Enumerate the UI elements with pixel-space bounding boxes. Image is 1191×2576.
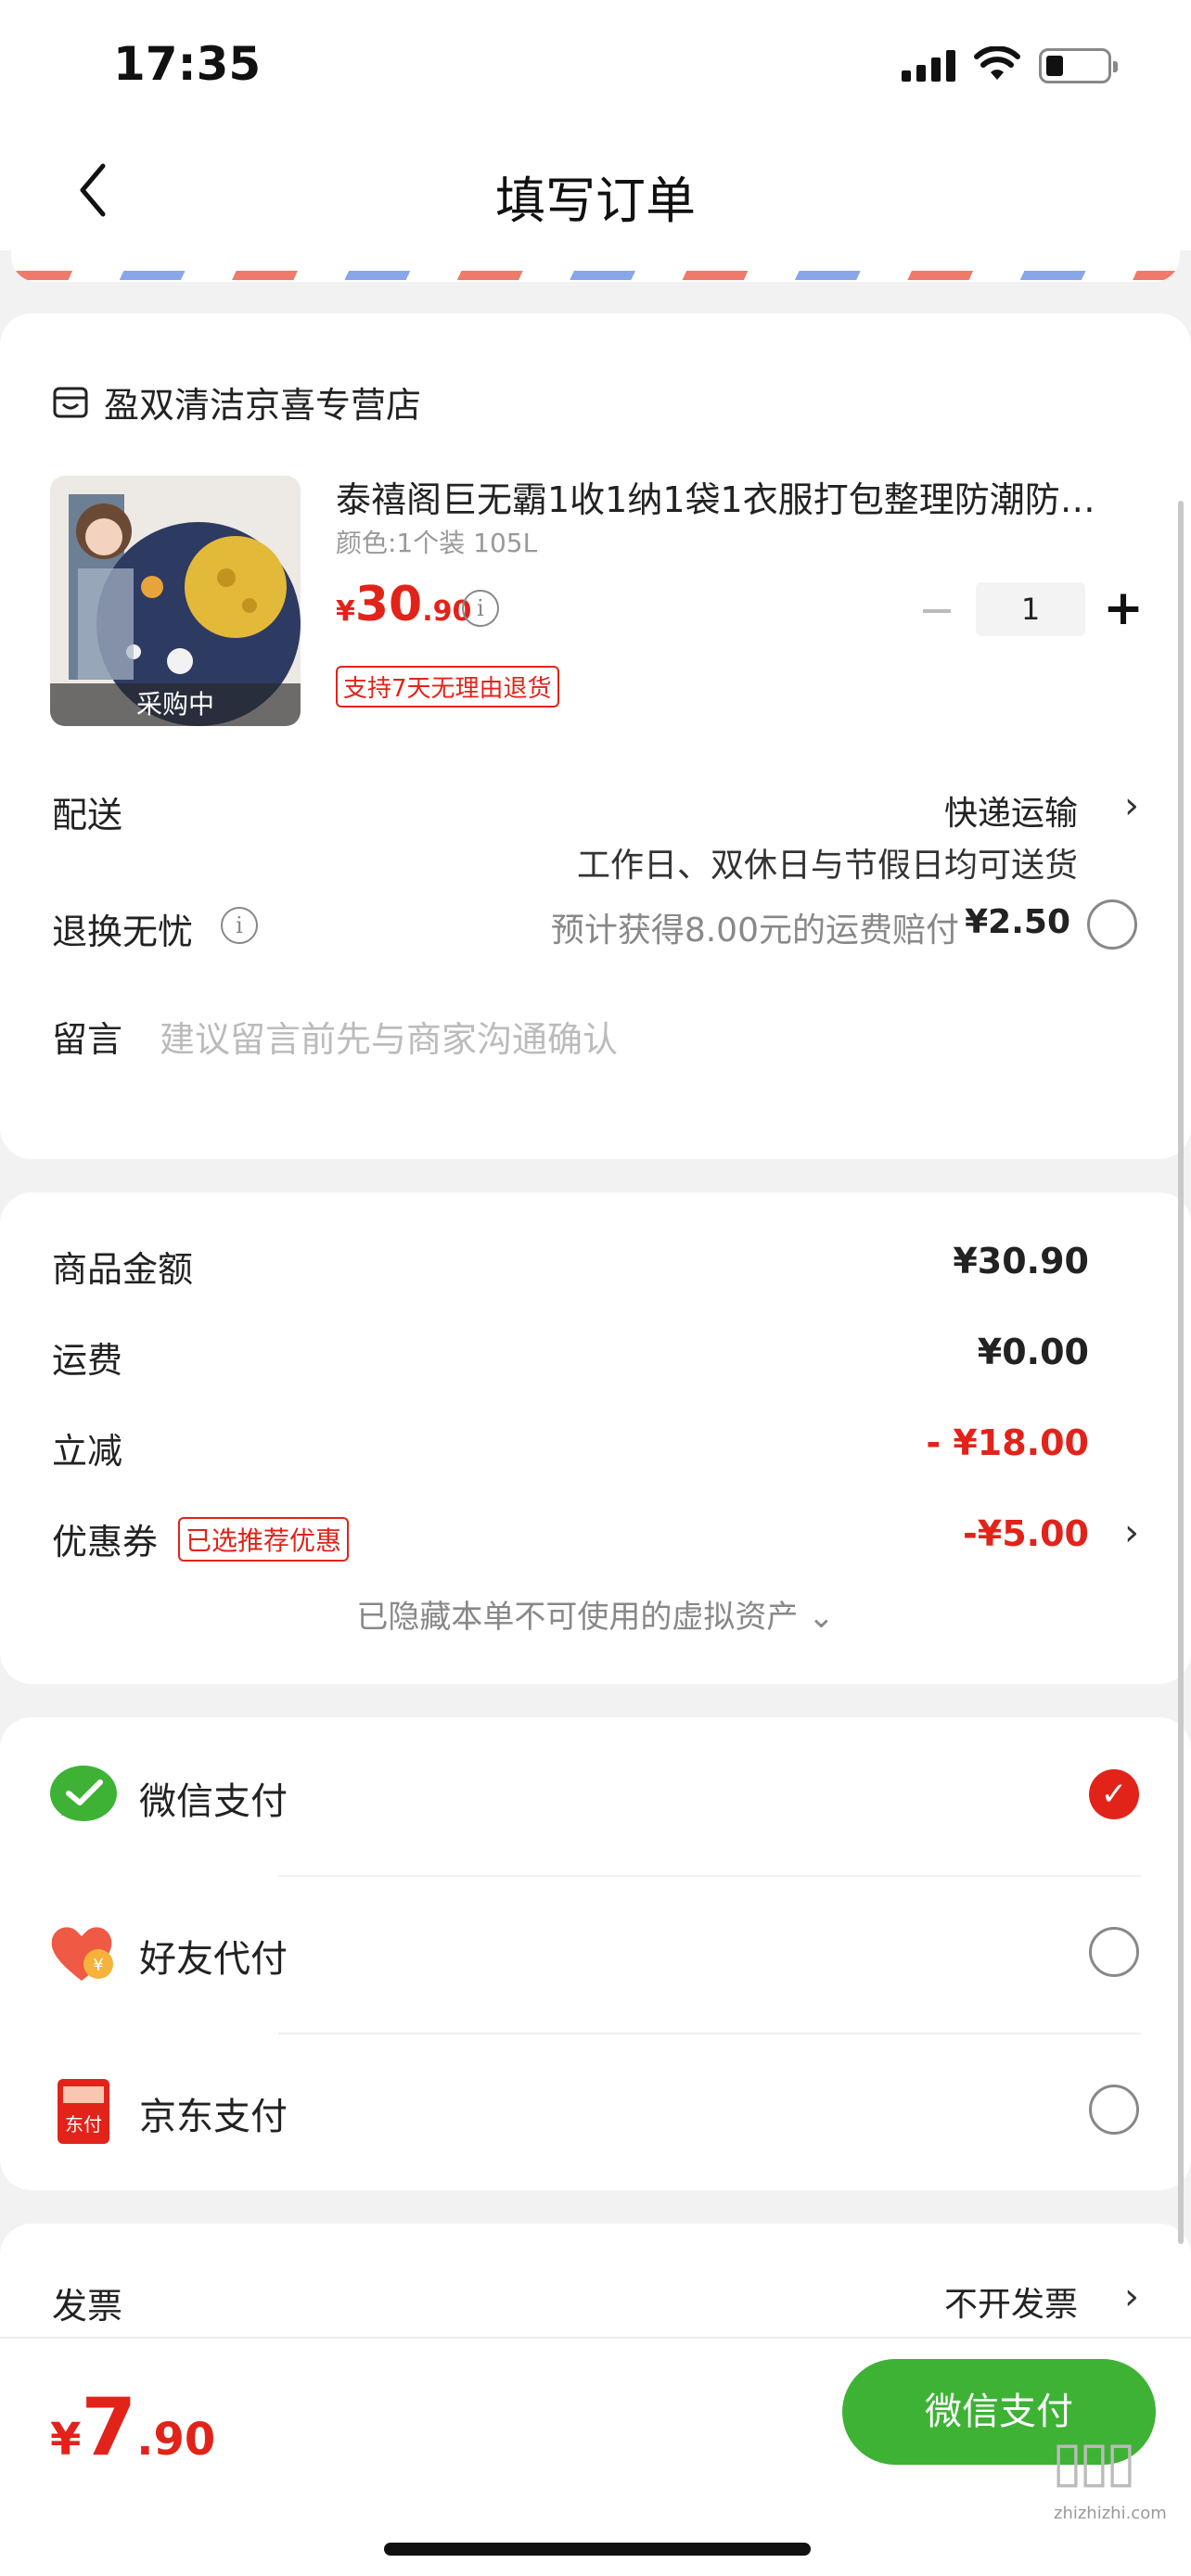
price-summary-card: 商品金额 ¥30.90 运费 ¥0.00 立减 - ¥18.00 优惠券 已选推… — [0, 1192, 1191, 1684]
svg-text:东付: 东付 — [65, 2113, 102, 2136]
purchasing-tag: 采购中 — [50, 683, 301, 726]
jd-pay-label: 京东支付 — [139, 2096, 288, 2138]
price-info-icon[interactable]: i — [462, 590, 499, 627]
worry-free-label: 退换无忧 — [52, 912, 194, 952]
friend-pay-radio[interactable] — [1089, 1927, 1139, 1977]
hidden-virtual-assets-toggle[interactable]: 已隐藏本单不可使用的虚拟资产 ⌄ — [0, 1591, 1191, 1637]
battery-icon — [1039, 48, 1118, 83]
jd-pay-icon: 东付 — [58, 2079, 109, 2144]
jd-pay-radio[interactable] — [1089, 2085, 1139, 2135]
worry-free-description: 预计获得8.00元的运费赔付 — [550, 912, 959, 950]
worry-free-info-icon[interactable]: i — [221, 907, 258, 944]
discount-label: 立减 — [52, 1431, 123, 1472]
product-price: ¥ 30 .90 — [336, 577, 472, 632]
payment-option-jd[interactable]: 东付 京东支付 — [0, 2033, 1191, 2190]
quantity-decrease-button[interactable]: − — [918, 588, 955, 632]
coupon-label: 优惠券 — [52, 1522, 159, 1562]
payment-option-wechat[interactable]: 微信支付 ✓ — [0, 1717, 1191, 1875]
delivery-label: 配送 — [52, 795, 123, 835]
discount-value: - ¥18.00 — [926, 1422, 1089, 1463]
home-indicator[interactable] — [384, 2543, 811, 2556]
watermark-logo: ▯▯▯ — [1052, 2429, 1136, 2494]
shop-name: 盈双清洁京喜专营店 — [104, 385, 422, 426]
shipping-label: 运费 — [52, 1340, 123, 1381]
goods-amount-value: ¥30.90 — [953, 1241, 1089, 1282]
coupon-value[interactable]: -¥5.00 — [963, 1513, 1089, 1554]
svg-text:¥: ¥ — [93, 1956, 103, 1975]
friend-pay-heart-icon: ¥ — [51, 1927, 113, 1981]
invoice-chevron-icon[interactable]: › — [1124, 2276, 1139, 2318]
order-total: ¥ 7 .90 — [50, 2381, 216, 2474]
scrollbar[interactable] — [1178, 501, 1184, 2244]
page-title: 填写订单 — [495, 172, 696, 230]
checkout-bar: ¥ 7 .90 微信支付 — [0, 2337, 1191, 2576]
quantity-input[interactable]: 1 — [976, 582, 1085, 636]
nav-bar: 填写订单 — [0, 130, 1191, 250]
delivery-chevron-icon[interactable]: › — [1124, 784, 1139, 827]
cellular-signal-icon — [902, 48, 955, 82]
friend-pay-label: 好友代付 — [139, 1938, 288, 1981]
invoice-value[interactable]: 不开发票 — [944, 2277, 1078, 2326]
payment-option-friend[interactable]: ¥ 好友代付 — [0, 1875, 1191, 2033]
goods-amount-label: 商品金额 — [52, 1249, 194, 1290]
coupon-recommended-tag: 已选推荐优惠 — [178, 1517, 350, 1562]
return-policy-tag: 支持7天无理由退货 — [336, 666, 559, 708]
message-label: 留言 — [52, 1019, 123, 1060]
quantity-increase-button[interactable]: + — [1102, 584, 1145, 632]
shop-header[interactable]: 盈双清洁京喜专营店 — [52, 376, 421, 427]
worry-free-price: ¥2.50 — [965, 903, 1070, 941]
delivery-note: 工作日、双休日与节假日均可送货 — [576, 847, 1078, 885]
airmail-border — [11, 250, 1180, 282]
worry-free-radio[interactable] — [1087, 899, 1137, 950]
coupon-chevron-icon[interactable]: › — [1124, 1511, 1139, 1554]
payment-methods-card: 微信支付 ✓ ¥ 好友代付 东付 京东支付 — [0, 1717, 1191, 2190]
shipping-value: ¥0.00 — [977, 1332, 1089, 1372]
status-time: 17:35 — [113, 37, 262, 91]
wechat-pay-checked-icon[interactable]: ✓ — [1089, 1769, 1139, 1819]
wechat-pay-icon — [50, 1766, 117, 1821]
store-icon — [53, 387, 88, 417]
product-title[interactable]: 泰禧阁巨无霸1收1纳1袋1衣服打包整理防潮防… — [336, 471, 1143, 522]
watermark-text: zhizhizhi.com — [1054, 2504, 1167, 2523]
message-input[interactable]: 建议留言前先与商家沟通确认 — [160, 1011, 618, 1062]
wechat-pay-label: 微信支付 — [139, 1780, 288, 1823]
delivery-method[interactable]: 快递运输 — [944, 786, 1078, 835]
product-sku[interactable]: 颜色:1个装 105L — [336, 523, 537, 560]
order-card: 盈双清洁京喜专营店 采购中 泰禧阁巨无霸1收1纳1袋1衣服打包整理防潮防… 颜色… — [0, 313, 1191, 1159]
wifi-icon — [974, 46, 1020, 80]
invoice-label: 发票 — [52, 2286, 123, 2327]
status-bar: 17:35 — [0, 0, 1191, 130]
product-image[interactable]: 采购中 — [50, 476, 301, 726]
